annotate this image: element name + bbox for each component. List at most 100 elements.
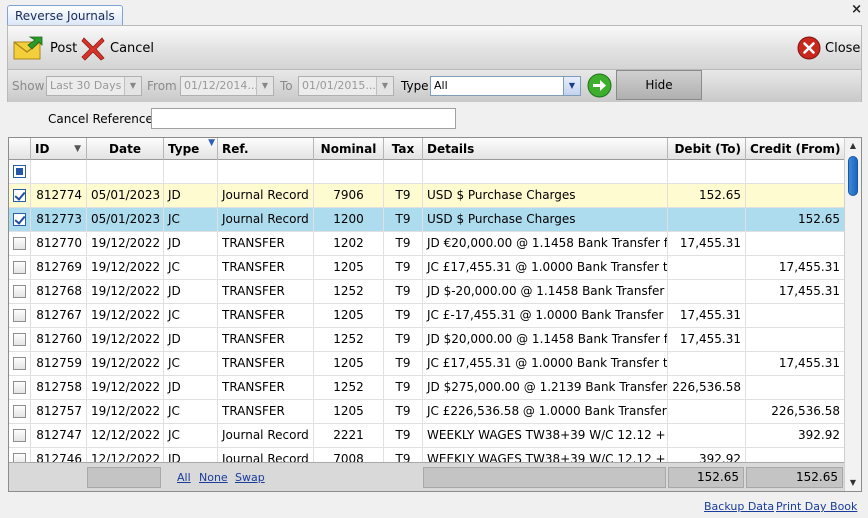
table-row[interactable]: 812757 19/12/2022 JC TRANSFER 1205 T9 JC £226,… (9, 400, 845, 424)
close-label: Close (825, 40, 861, 56)
table-row[interactable]: 812758 19/12/2022 JD TRANSFER 1252 T9 JD $275,… (9, 376, 845, 400)
cell-credit: 17,455.31 (746, 280, 845, 304)
row-checkbox[interactable] (13, 429, 26, 442)
cell-debit (668, 256, 746, 280)
go-arrow-icon[interactable] (587, 73, 612, 98)
scroll-thumb[interactable] (848, 156, 858, 196)
table-row[interactable]: 812769 19/12/2022 JC TRANSFER 1205 T9 JC £17,4… (9, 256, 845, 280)
cell-credit (746, 328, 845, 352)
row-checkbox[interactable] (13, 405, 26, 418)
cell-details: USD $ Purchase Charges (423, 184, 668, 208)
table-row[interactable]: 812770 19/12/2022 JD TRANSFER 1202 T9 JD €20,0… (9, 232, 845, 256)
swap-selection-link[interactable]: Swap (235, 471, 265, 484)
cell-date: 19/12/2022 (87, 232, 164, 256)
column-header-credit[interactable]: Credit (From) (746, 138, 845, 160)
scroll-up-icon[interactable]: ▲ (845, 138, 861, 154)
row-checkbox[interactable] (13, 189, 26, 202)
row-checkbox[interactable] (13, 357, 26, 370)
row-checkbox[interactable] (13, 213, 26, 226)
table-row[interactable]: 812759 19/12/2022 JC TRANSFER 1205 T9 JC £17,4… (9, 352, 845, 376)
cell-tax: T9 (384, 184, 423, 208)
cell-id: 812773 (31, 208, 87, 232)
row-checkbox-cell (9, 352, 31, 376)
cell-date: 19/12/2022 (87, 352, 164, 376)
vertical-scrollbar[interactable]: ▲ ▼ (844, 138, 861, 491)
row-checkbox-cell (9, 400, 31, 424)
table-row[interactable]: 812774 05/01/2023 JD Journal Record 7906 T9 US… (9, 184, 845, 208)
cell-date: 19/12/2022 (87, 280, 164, 304)
table-row[interactable]: 812767 19/12/2022 JC TRANSFER 1205 T9 JC £-17,… (9, 304, 845, 328)
show-dropdown-value: Last 30 Days (50, 79, 122, 92)
cell-debit: 17,455.31 (668, 232, 746, 256)
cell-type: JD (164, 328, 218, 352)
row-checkbox[interactable] (13, 309, 26, 322)
row-checkbox[interactable] (13, 285, 26, 298)
cell-type: JC (164, 256, 218, 280)
table-row[interactable]: 812747 12/12/2022 JC Journal Record 2221 T9 WE… (9, 424, 845, 448)
cell-nominal: 1252 (314, 328, 384, 352)
column-header-date[interactable]: Date (87, 138, 164, 160)
cell-nominal: 1205 (314, 352, 384, 376)
cell-type: JC (164, 352, 218, 376)
header-checkbox-cell (9, 138, 31, 160)
column-header-tax[interactable]: Tax (384, 138, 423, 160)
cell-type: JD (164, 232, 218, 256)
select-all-link[interactable]: All (177, 471, 191, 484)
from-date-field[interactable]: 01/12/2014... ▼ (180, 76, 274, 96)
cancel-reference-input[interactable] (151, 108, 456, 129)
cancel-label: Cancel (110, 40, 155, 56)
cell-credit (746, 304, 845, 328)
select-all-checkbox[interactable] (13, 165, 26, 178)
close-button[interactable]: Close (797, 34, 860, 62)
cell-type: JC (164, 304, 218, 328)
table-row[interactable]: 812773 05/01/2023 JC Journal Record 1200 T9 US… (9, 208, 845, 232)
cell-date: 19/12/2022 (87, 328, 164, 352)
hide-cancelled-button[interactable]: Hide Cancelled (616, 70, 702, 120)
cell-id: 812768 (31, 280, 87, 304)
footer-details-box (423, 467, 666, 488)
filter-bar: Show Last 30 Days ▼ From 01/12/2014... ▼… (7, 70, 862, 120)
cell-nominal: 1205 (314, 400, 384, 424)
select-all-row (9, 160, 845, 184)
cell-id: 812758 (31, 376, 87, 400)
row-checkbox-cell (9, 184, 31, 208)
table-row[interactable]: 812768 19/12/2022 JD TRANSFER 1252 T9 JD $-20,… (9, 280, 845, 304)
column-header-details[interactable]: Details (423, 138, 668, 160)
cell-credit (746, 232, 845, 256)
close-circle-icon (797, 36, 821, 60)
row-checkbox-cell (9, 328, 31, 352)
cell-tax: T9 (384, 376, 423, 400)
close-tab-icon[interactable]: × (851, 2, 862, 17)
type-dropdown[interactable]: All ▼ (430, 76, 581, 96)
cell-nominal: 1252 (314, 376, 384, 400)
row-checkbox[interactable] (13, 261, 26, 274)
filter-icon: ▼ (208, 138, 215, 148)
to-label: To (280, 79, 293, 93)
column-header-id[interactable]: ID ▼ (31, 138, 87, 160)
cell-ref: TRANSFER (218, 304, 314, 328)
column-header-ref[interactable]: Ref. (218, 138, 314, 160)
cancel-button[interactable]: Cancel (80, 34, 154, 62)
scroll-down-icon[interactable]: ▼ (845, 475, 861, 491)
cell-date: 19/12/2022 (87, 400, 164, 424)
table-row[interactable]: 812760 19/12/2022 JD TRANSFER 1252 T9 JD $20,0… (9, 328, 845, 352)
cell-debit: 226,536.58 (668, 376, 746, 400)
envelope-icon (13, 36, 43, 60)
show-dropdown[interactable]: Last 30 Days ▼ (46, 76, 142, 96)
row-checkbox[interactable] (13, 333, 26, 346)
print-day-book-link[interactable]: Print Day Book (776, 500, 857, 513)
row-checkbox[interactable] (13, 237, 26, 250)
row-checkbox-cell (9, 304, 31, 328)
post-button[interactable]: Post (12, 34, 77, 62)
to-date-field[interactable]: 01/01/2015... ▼ (298, 76, 394, 96)
cell-tax: T9 (384, 256, 423, 280)
row-checkbox[interactable] (13, 381, 26, 394)
column-header-nominal[interactable]: Nominal (314, 138, 384, 160)
backup-data-link[interactable]: Backup Data (704, 500, 774, 513)
to-date-value: 01/01/2015... (302, 79, 376, 92)
select-none-link[interactable]: None (199, 471, 228, 484)
tab-reverse-journals[interactable]: Reverse Journals (7, 5, 123, 26)
cell-nominal: 7906 (314, 184, 384, 208)
column-header-type[interactable]: Type ▼ (164, 138, 218, 160)
column-header-debit[interactable]: Debit (To) (668, 138, 746, 160)
